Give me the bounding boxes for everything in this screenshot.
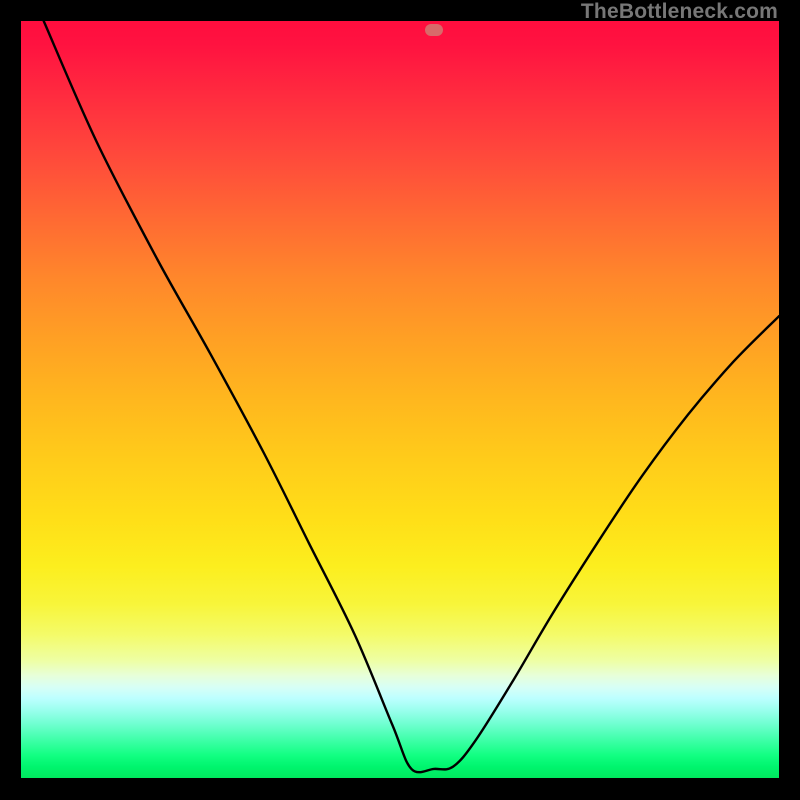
optimal-point-marker: [425, 24, 443, 36]
bottleneck-curve: [21, 21, 779, 778]
chart-container: TheBottleneck.com: [0, 0, 800, 800]
plot-area: [21, 21, 779, 778]
